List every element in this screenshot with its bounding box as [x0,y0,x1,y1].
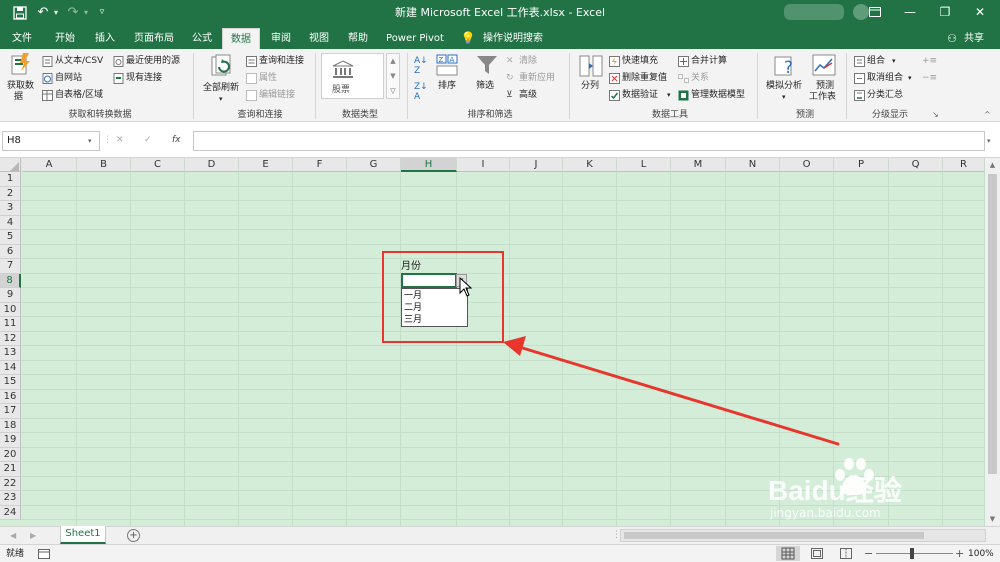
watermark-url: jingyan.baidu.com [770,506,881,520]
watermark-brand: Baidu经验 [768,475,902,506]
excel-window: ↶ ▾ ↷ ▾ ▿ 新建 Microsoft Excel 工作表.xlsx - … [0,0,1000,562]
baidu-watermark: Baidu经验 jingyan.baidu.com [768,458,973,520]
